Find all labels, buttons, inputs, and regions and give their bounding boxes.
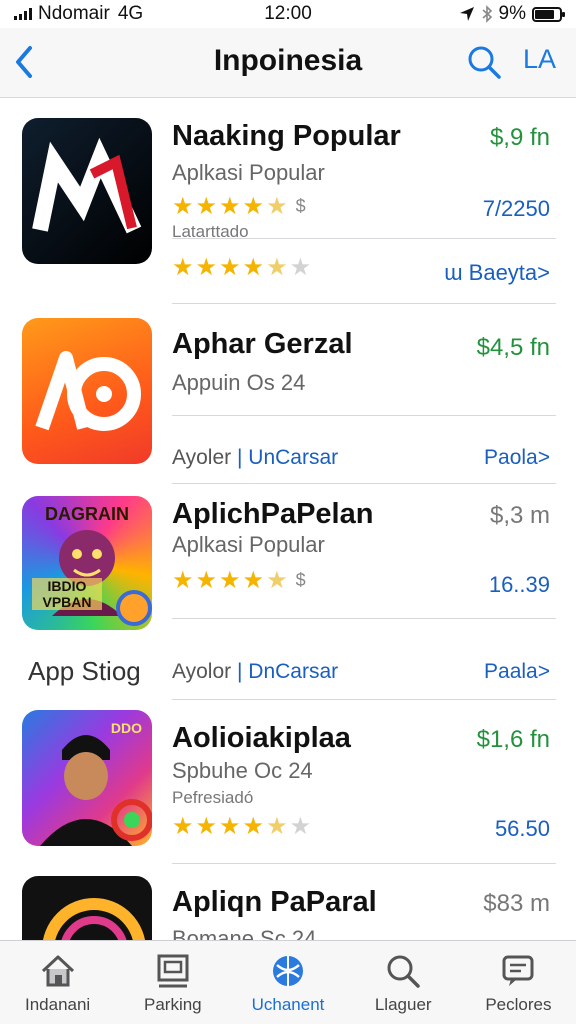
- app-icon: [22, 876, 152, 940]
- app-category: Aplkasi Popular: [172, 160, 325, 185]
- app-price[interactable]: $83 m: [483, 890, 550, 918]
- app-category: Bomane Sc 24: [172, 926, 317, 940]
- tab-label: Uchanent: [251, 995, 325, 1014]
- developer-row: Ayoler | UnCarsar: [172, 446, 338, 470]
- list-item[interactable]: Apliqn PaParal $83 m Bomane Sc 24: [0, 864, 576, 940]
- language-button[interactable]: LA: [523, 44, 556, 75]
- more-link[interactable]: Paola>: [484, 446, 550, 470]
- tab-home[interactable]: Indanani: [0, 941, 115, 1024]
- tab-parking[interactable]: Parking: [115, 941, 230, 1024]
- app-name: Apliqn PaParal: [172, 886, 377, 918]
- search-icon[interactable]: [466, 44, 502, 80]
- tab-bar: Indanani Parking Uchanent Llaguer Peclor…: [0, 940, 576, 1024]
- divider: [172, 618, 556, 619]
- app-icon: DAGRAIN IBDIO VPBAN: [22, 496, 152, 630]
- app-name: Aphar Gerzal: [172, 328, 353, 360]
- list-item[interactable]: Naaking Popular $,9 fn Aplkasi Popular ★…: [0, 98, 576, 304]
- app-sublabel: Latarttado: [172, 222, 249, 241]
- rating-count: 7/2250: [482, 196, 550, 221]
- app-name: Naaking Popular: [172, 120, 401, 152]
- globe-icon: [273, 956, 303, 986]
- rating-count: 56.50: [494, 816, 550, 841]
- app-name: Aolioiakiplaa: [172, 722, 351, 754]
- star-rating: ★ ★ ★ ★ ★ $: [172, 193, 306, 220]
- app-link[interactable]: ɯ Baeyta>: [444, 260, 550, 286]
- divider: [172, 415, 556, 416]
- app-name: AplichPaPelan: [172, 498, 374, 530]
- home-icon: [41, 955, 74, 987]
- tab-label: Peclores: [485, 995, 552, 1014]
- search-icon: [387, 955, 420, 988]
- battery-icon: [532, 6, 565, 22]
- chat-icon: [502, 955, 534, 986]
- star-rating: ★ ★ ★ ★ ★ $: [172, 567, 306, 594]
- developer-label: Ayoler: [172, 446, 232, 469]
- app-category: Aplkasi Popular: [172, 532, 325, 557]
- tab-llaguer[interactable]: Llaguer: [346, 941, 461, 1024]
- section-developer-label: Ayolor: [172, 660, 232, 683]
- status-time: 12:00: [264, 3, 312, 24]
- tab-label: Llaguer: [374, 995, 432, 1014]
- icon-text-top: DAGRAIN: [45, 504, 129, 524]
- tab-label: Parking: [143, 995, 202, 1014]
- app-icon: [22, 318, 152, 464]
- list-item[interactable]: DDO Aolioiakiplaa $1,6 fn Spbuhe Oc 24 P…: [0, 700, 576, 864]
- tab-label: Indanani: [24, 995, 91, 1014]
- rating-count: 16..39: [488, 572, 550, 597]
- icon-text-top: DDO: [110, 720, 142, 736]
- status-bar: Ndomair 4G 12:00 9%: [0, 0, 576, 28]
- star-rating: ★ ★ ★ ★ ★ ★: [172, 254, 312, 281]
- section-developer-row: Ayolor | DnCarsar: [172, 660, 338, 684]
- tab-peclores[interactable]: Peclores: [461, 941, 576, 1024]
- icon-text-bottom: IBDIO VPBAN: [32, 578, 102, 610]
- divider: [172, 238, 556, 239]
- app-price[interactable]: $4,5 fn: [477, 334, 550, 362]
- list-item[interactable]: DAGRAIN IBDIO VPBAN AplichPaPelan $,3 m …: [0, 484, 576, 636]
- section-label: App Stiog: [28, 656, 141, 686]
- tab-uchanent[interactable]: Uchanent: [230, 941, 345, 1024]
- app-category: Spbuhe Oc 24: [172, 758, 313, 783]
- app-list: Naaking Popular $,9 fn Aplkasi Popular ★…: [0, 98, 576, 940]
- frame-icon: [157, 954, 189, 988]
- section-more-link[interactable]: Paala>: [484, 660, 550, 684]
- developer-link[interactable]: | UnCarsar: [237, 446, 338, 469]
- app-icon: DDO: [22, 710, 152, 846]
- app-price[interactable]: $,9 fn: [490, 124, 550, 152]
- navigation-bar: Inpoinesia LA: [0, 28, 576, 98]
- list-item[interactable]: Aphar Gerzal $4,5 fn Appuin Os 24 Ayoler…: [0, 304, 576, 484]
- star-rating: ★ ★ ★ ★ ★ ★: [172, 813, 312, 840]
- app-price[interactable]: $,3 m: [490, 502, 550, 530]
- section-developer-link[interactable]: | DnCarsar: [237, 660, 338, 683]
- section-row: App Stiog Ayolor | DnCarsar Paala>: [0, 636, 576, 700]
- app-sublabel: Pefresiadó: [172, 788, 254, 807]
- app-price[interactable]: $1,6 fn: [477, 726, 550, 754]
- app-icon: [22, 118, 152, 264]
- app-category: Appuin Os 24: [172, 370, 306, 395]
